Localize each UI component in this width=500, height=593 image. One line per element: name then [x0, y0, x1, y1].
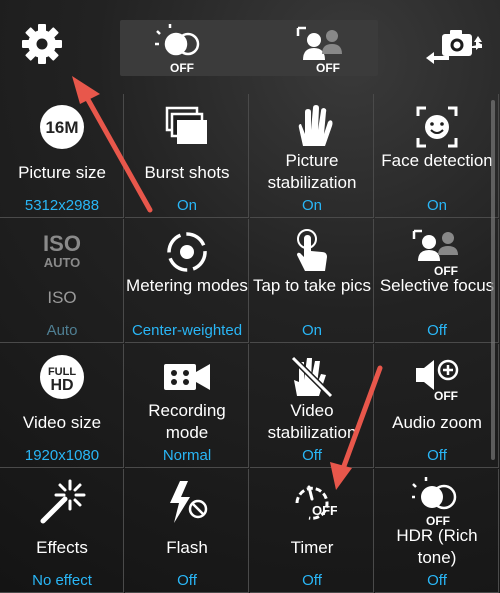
- setting-label: Face detection: [381, 151, 493, 170]
- gear-icon[interactable]: [14, 16, 70, 72]
- setting-picture-size[interactable]: 16M Picture size 5312x2988: [0, 94, 124, 218]
- setting-value: Center-weighted: [131, 322, 243, 339]
- setting-value: Off: [427, 322, 447, 339]
- setting-label: ISO: [47, 288, 77, 307]
- flash-off-icon: [170, 481, 208, 523]
- setting-label: Tap to take pics: [252, 276, 372, 295]
- setting-label: Picture stabilization: [267, 151, 357, 192]
- switch-camera-icon[interactable]: [424, 24, 484, 72]
- effects-wand-icon: [40, 479, 86, 524]
- setting-label: Metering modes: [126, 276, 248, 295]
- setting-label: Effects: [36, 538, 88, 557]
- hdr-mode-button[interactable]: OFF: [150, 24, 214, 76]
- video-stabilization-icon: [290, 355, 334, 399]
- setting-value: 5312x2988: [24, 197, 100, 214]
- setting-label: Timer: [290, 538, 334, 557]
- svg-text:16M: 16M: [45, 118, 78, 137]
- setting-picture-stabilization[interactable]: Picture stabilization On: [250, 94, 374, 218]
- 16m-icon: 16M: [40, 105, 84, 149]
- face-icon: [416, 106, 458, 148]
- svg-text:AUTO: AUTO: [44, 255, 81, 270]
- setting-value: Off: [302, 572, 322, 589]
- setting-label: Burst shots: [144, 163, 230, 182]
- setting-label: Flash: [166, 538, 208, 557]
- video-camera-icon: [164, 364, 210, 390]
- selective-focus-icon: [296, 26, 342, 60]
- burst-icon: [165, 106, 207, 144]
- setting-value: Normal: [162, 447, 212, 464]
- setting-label: Picture size: [18, 163, 106, 182]
- svg-text:HD: HD: [50, 377, 73, 394]
- setting-face-detection[interactable]: Face detection On: [375, 94, 499, 218]
- iso-auto-icon: ISOAUTO: [43, 231, 81, 270]
- setting-label: Video stabilization: [267, 401, 357, 442]
- setting-flash[interactable]: Flash Off: [125, 469, 249, 593]
- setting-value: No effect: [32, 572, 92, 589]
- setting-label: Recording mode: [148, 401, 226, 442]
- setting-tap-to-take-pics[interactable]: Tap to take pics On: [250, 219, 374, 343]
- svg-text:OFF: OFF: [434, 389, 458, 402]
- full-hd-icon: FULLHD: [40, 355, 84, 399]
- settings-grid: 16M Picture size 5312x2988 Burst shots On Pi…: [0, 94, 500, 593]
- scrollbar[interactable]: [491, 100, 495, 460]
- setting-label: Video size: [22, 413, 102, 432]
- tap-icon: [297, 229, 327, 271]
- top-bar: OFF OFF: [0, 0, 500, 94]
- setting-value: On: [301, 322, 322, 339]
- setting-iso[interactable]: ISO AUTO ISO Auto: [0, 219, 124, 343]
- svg-text:ISO: ISO: [43, 231, 81, 256]
- metering-icon: [167, 232, 207, 272]
- setting-effects[interactable]: Effects No effect: [0, 469, 124, 593]
- hdr-mode-state: OFF: [170, 61, 194, 75]
- setting-video-stabilization[interactable]: Video stabilization Off: [250, 344, 374, 468]
- setting-value: Auto: [46, 322, 78, 339]
- setting-value: On: [301, 197, 322, 214]
- setting-burst-shots[interactable]: Burst shots On: [125, 94, 249, 218]
- setting-label: Selective focus: [379, 276, 495, 295]
- selective-focus-mode-state: OFF: [316, 61, 340, 75]
- camera-settings-screen: OFF OFF 16M Picture size 5312x2988 Burst…: [0, 0, 500, 593]
- setting-value: Off: [177, 572, 197, 589]
- setting-value: 1920x1080: [24, 447, 100, 464]
- setting-timer[interactable]: OFF Timer Off: [250, 469, 374, 593]
- setting-recording-mode[interactable]: Recording mode Normal: [125, 344, 249, 468]
- setting-value: On: [176, 197, 197, 214]
- setting-value: On: [426, 197, 447, 214]
- selective-focus-icon: OFF: [412, 229, 458, 277]
- timer-icon: OFF: [295, 485, 337, 520]
- hand-icon: [298, 105, 333, 146]
- setting-label: Audio zoom: [392, 413, 482, 432]
- setting-selective-focus[interactable]: OFF Selective focus Off: [375, 219, 499, 343]
- setting-label: HDR (Rich tone): [396, 526, 478, 567]
- setting-value: Off: [302, 447, 322, 464]
- setting-hdr-rich-tone[interactable]: OFF HDR (Rich tone) Off: [375, 469, 499, 593]
- setting-audio-zoom[interactable]: OFF Audio zoom Off: [375, 344, 499, 468]
- audio-zoom-icon: OFF: [416, 359, 459, 402]
- svg-text:OFF: OFF: [312, 503, 337, 518]
- hdr-icon: OFF: [412, 477, 457, 527]
- setting-value: Off: [427, 447, 447, 464]
- setting-video-size[interactable]: FULL HD Video size 1920x1080: [0, 344, 124, 468]
- setting-value: Off: [427, 572, 447, 589]
- selective-focus-mode-button[interactable]: OFF: [290, 24, 354, 76]
- setting-metering-modes[interactable]: Metering modes Center-weighted: [125, 219, 249, 343]
- hdr-icon: [155, 24, 200, 56]
